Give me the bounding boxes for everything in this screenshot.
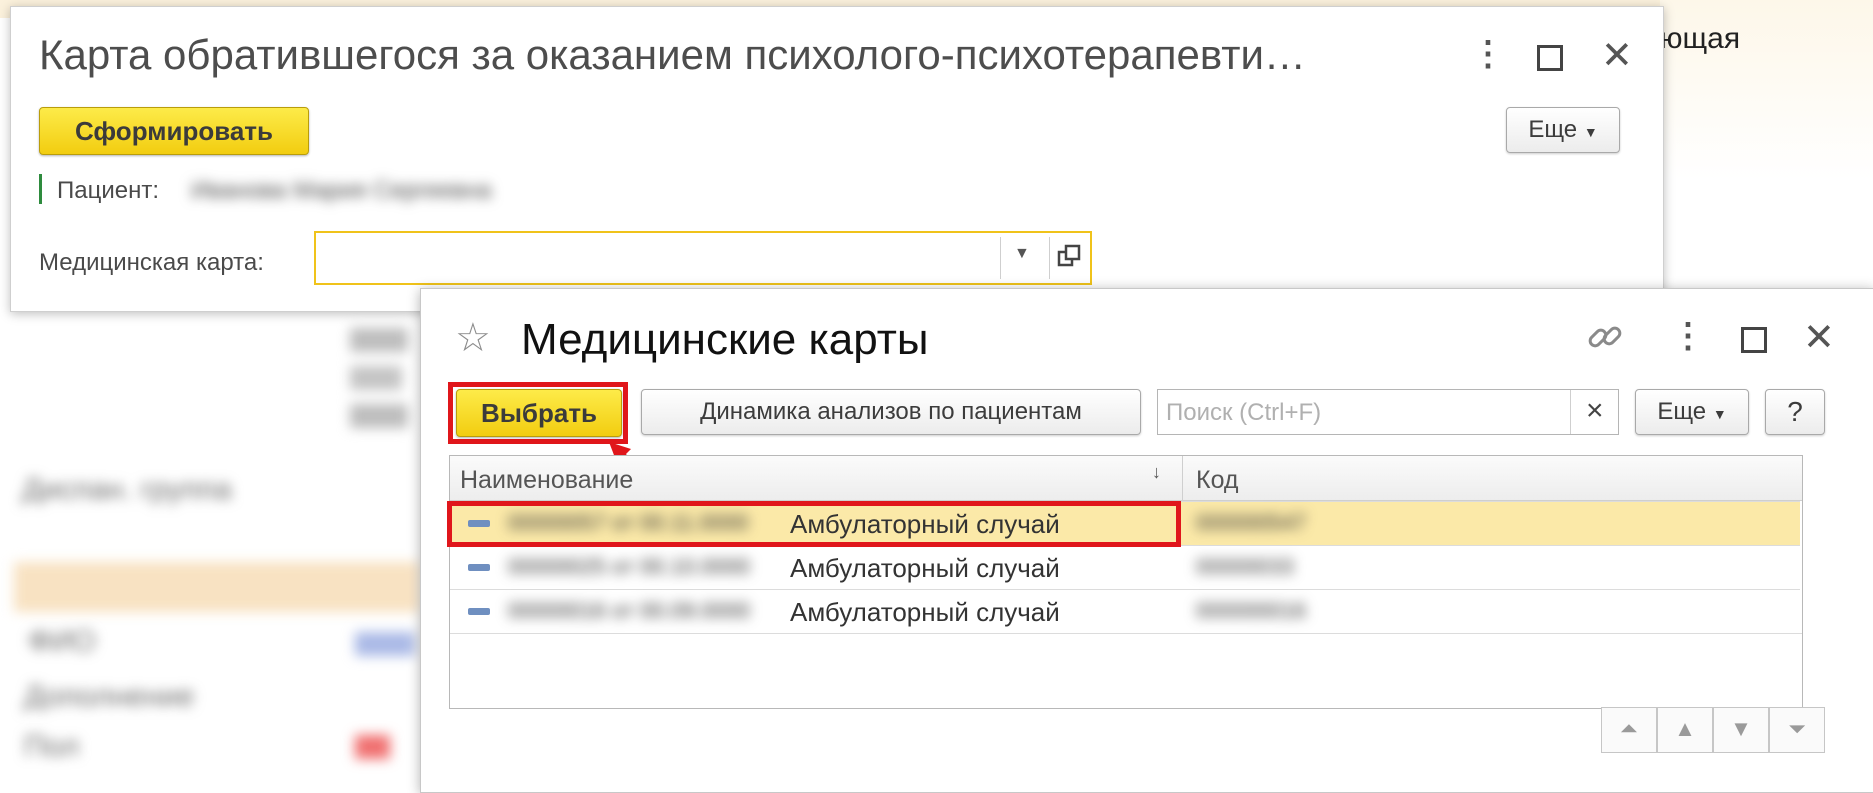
- chevron-down-icon: ▼: [1712, 406, 1727, 422]
- next-page-icon[interactable]: ▼: [1713, 707, 1769, 753]
- medical-cards-table: Наименование ↓ Код 00000057 от 00.11.000…: [449, 455, 1803, 709]
- background-partial-word: ющая: [1660, 22, 1741, 55]
- select-button[interactable]: Выбрать: [456, 389, 622, 437]
- last-page-icon[interactable]: ⏷: [1769, 707, 1825, 753]
- link-icon[interactable]: [1585, 317, 1625, 357]
- column-header-name[interactable]: Наименование: [460, 466, 633, 495]
- table-row[interactable]: 00000025 от 00.10.0000 Амбулаторный случ…: [450, 545, 1800, 589]
- dropdown-arrow-icon[interactable]: ▼: [1014, 245, 1030, 263]
- row-name: Амбулаторный случай: [790, 597, 1060, 627]
- column-header-code[interactable]: Код: [1196, 466, 1239, 495]
- report-dialog-title: Карта обратившегося за оказанием психоло…: [39, 31, 1306, 78]
- background-label-sex: Пол: [24, 730, 80, 763]
- patient-label: Пациент:: [57, 177, 160, 204]
- open-form-icon[interactable]: [1056, 243, 1082, 269]
- row-number: 00000025 от 00.10.0000: [508, 554, 751, 579]
- background-blurred-values: [350, 328, 410, 458]
- medical-cards-dialog: ☆ Медицинские карты ⋮ ✕ Выбрать Динамика…: [420, 288, 1873, 793]
- table-header: Наименование ↓ Код: [450, 456, 1802, 501]
- background-label-extra: Дополнение: [24, 680, 195, 713]
- medcard-field[interactable]: ▼: [314, 231, 1092, 285]
- record-icon: [468, 608, 490, 615]
- field-divider: [1570, 390, 1571, 434]
- close-icon[interactable]: ✕: [1803, 319, 1835, 357]
- analysis-dynamics-button[interactable]: Динамика анализов по пациентам: [641, 389, 1141, 435]
- more-button[interactable]: Еще ▼: [1635, 389, 1749, 435]
- maximize-icon[interactable]: [1741, 327, 1767, 353]
- search-placeholder: Поиск (Ctrl+F): [1166, 399, 1322, 426]
- background-blurred-flag: [355, 735, 390, 759]
- background-highlight-band: [14, 562, 419, 612]
- more-button-label: Еще: [1657, 398, 1707, 425]
- previous-page-icon[interactable]: ▲: [1657, 707, 1713, 753]
- row-number: 00000016 от 00.09.0000: [508, 598, 751, 623]
- medcard-label: Медицинская карта:: [39, 249, 264, 276]
- column-divider: [1182, 456, 1183, 500]
- row-code: 000000016: [1196, 598, 1307, 623]
- more-vertical-icon[interactable]: ⋮: [1471, 37, 1505, 71]
- row-name: Амбулаторный случай: [790, 553, 1060, 583]
- field-divider: [1049, 237, 1050, 279]
- patient-value: Иванова Мария Сергеевна: [191, 177, 492, 204]
- more-button-label: Еще: [1528, 116, 1578, 143]
- record-icon: [468, 564, 490, 571]
- report-dialog: Карта обратившегося за оказанием психоло…: [10, 6, 1664, 312]
- background-label-group: Диспан. группа: [22, 473, 232, 506]
- search-field[interactable]: Поиск (Ctrl+F) ×: [1157, 389, 1619, 435]
- background-label-fio: ФИО: [28, 625, 96, 658]
- close-icon[interactable]: ✕: [1601, 37, 1633, 75]
- sort-arrow-icon[interactable]: ↓: [1152, 462, 1161, 483]
- table-row[interactable]: 00000016 от 00.09.0000 Амбулаторный случ…: [450, 589, 1800, 633]
- more-button[interactable]: Еще ▼: [1506, 107, 1620, 153]
- favorite-star-icon[interactable]: ☆: [455, 315, 491, 361]
- annotation-highlight-row: [447, 501, 1181, 547]
- more-vertical-icon[interactable]: ⋮: [1671, 319, 1705, 353]
- row-code: 000000547: [1196, 510, 1307, 535]
- background-blurred-link: [355, 632, 415, 656]
- generate-button[interactable]: Сформировать: [39, 107, 309, 155]
- row-divider: [450, 633, 1802, 634]
- row-code: 00000033: [1196, 554, 1294, 579]
- chevron-down-icon: ▼: [1583, 124, 1598, 140]
- patient-group-marker: [39, 174, 42, 204]
- field-divider: [1000, 237, 1001, 279]
- medical-cards-title: Медицинские карты: [521, 315, 929, 364]
- maximize-icon[interactable]: [1537, 45, 1563, 71]
- first-page-icon[interactable]: ⏶: [1601, 707, 1657, 753]
- help-button[interactable]: ?: [1765, 389, 1825, 435]
- clear-search-icon[interactable]: ×: [1586, 394, 1604, 428]
